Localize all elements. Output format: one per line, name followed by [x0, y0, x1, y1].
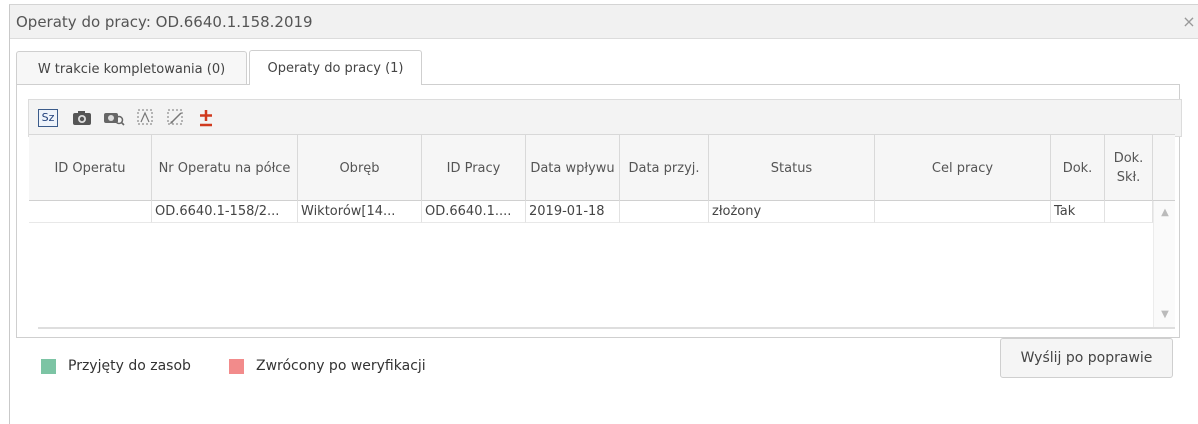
- scroll-down-icon[interactable]: ▼: [1154, 307, 1176, 323]
- tab-w-trakcie-kompletowania[interactable]: W trakcie kompletowania (0): [16, 51, 247, 84]
- column-header-id-pracy[interactable]: ID Pracy: [422, 135, 526, 201]
- camera-button[interactable]: [69, 106, 95, 130]
- cell-data-wplywu: 2019-01-18: [526, 201, 620, 223]
- column-header-nr-operatu[interactable]: Nr Operatu na półce: [152, 135, 298, 201]
- scroll-up-icon[interactable]: ▲: [1154, 205, 1176, 221]
- column-header-obreb[interactable]: Obręb: [298, 135, 422, 201]
- close-icon[interactable]: ×: [1182, 14, 1196, 30]
- sz-icon: Sz: [38, 109, 58, 127]
- cell-obreb: Wiktorów[14...: [298, 201, 422, 223]
- cell-data-przyj: [620, 201, 709, 223]
- table-row[interactable]: OD.6640.1-158/2... Wiktorów[14... OD.664…: [29, 201, 1154, 223]
- divider: [38, 327, 1175, 329]
- column-header-dok[interactable]: Dok.: [1051, 135, 1105, 201]
- title-bar: Operaty do pracy: OD.6640.1.158.2019 ×: [10, 5, 1198, 39]
- legend-returned: Zwrócony po weryfikacji: [229, 358, 426, 374]
- grid-body: OD.6640.1-158/2... Wiktorów[14... OD.664…: [29, 201, 1175, 327]
- cell-dok-skl: [1105, 201, 1153, 223]
- window-title: Operaty do pracy: OD.6640.1.158.2019: [16, 13, 313, 31]
- column-header-dok-skl[interactable]: Dok. Skł.: [1105, 135, 1153, 201]
- send-after-correction-button[interactable]: Wyślij po poprawie: [1000, 338, 1173, 378]
- camera-search-button[interactable]: [101, 106, 127, 130]
- cell-id-pracy: OD.6640.1....: [422, 201, 526, 223]
- legend-label-returned: Zwrócony po weryfikacji: [256, 358, 426, 374]
- toolbar: Sz: [28, 99, 1182, 137]
- plus-minus-button[interactable]: [193, 106, 219, 130]
- vertical-scrollbar[interactable]: ▲ ▼: [1153, 201, 1175, 327]
- cell-status: złożony: [709, 201, 875, 223]
- grid-header: ID Operatu Nr Operatu na półce Obręb ID …: [29, 134, 1175, 201]
- column-header-data-wplywu[interactable]: Data wpływu: [526, 135, 620, 201]
- column-header-id-operatu[interactable]: ID Operatu: [29, 135, 152, 201]
- sz-button[interactable]: Sz: [35, 106, 61, 130]
- column-header-cel-pracy[interactable]: Cel pracy: [875, 135, 1051, 201]
- cell-dok: Tak: [1051, 201, 1105, 223]
- column-header-data-przyj[interactable]: Data przyj.: [620, 135, 709, 201]
- camera-search-icon: [104, 113, 125, 126]
- legend-label-accepted: Przyjęty do zasob: [68, 358, 191, 374]
- select-area-icon: [137, 109, 153, 125]
- select-area-button[interactable]: [133, 106, 159, 130]
- legend-swatch-accepted: [41, 358, 56, 374]
- cell-id-operatu: [29, 201, 152, 223]
- column-header-status[interactable]: Status: [709, 135, 875, 201]
- legend-accepted: Przyjęty do zasob: [41, 358, 191, 374]
- camera-icon: [73, 111, 91, 125]
- cell-cel-pracy: [875, 201, 1051, 223]
- cell-nr-operatu: OD.6640.1-158/2...: [152, 201, 298, 223]
- tab-operaty-do-pracy[interactable]: Operaty do pracy (1): [249, 50, 422, 85]
- edit-selection-icon: [167, 109, 183, 125]
- legend-swatch-returned: [229, 358, 244, 374]
- plus-minus-icon: [200, 110, 212, 127]
- edit-selection-button[interactable]: [163, 106, 189, 130]
